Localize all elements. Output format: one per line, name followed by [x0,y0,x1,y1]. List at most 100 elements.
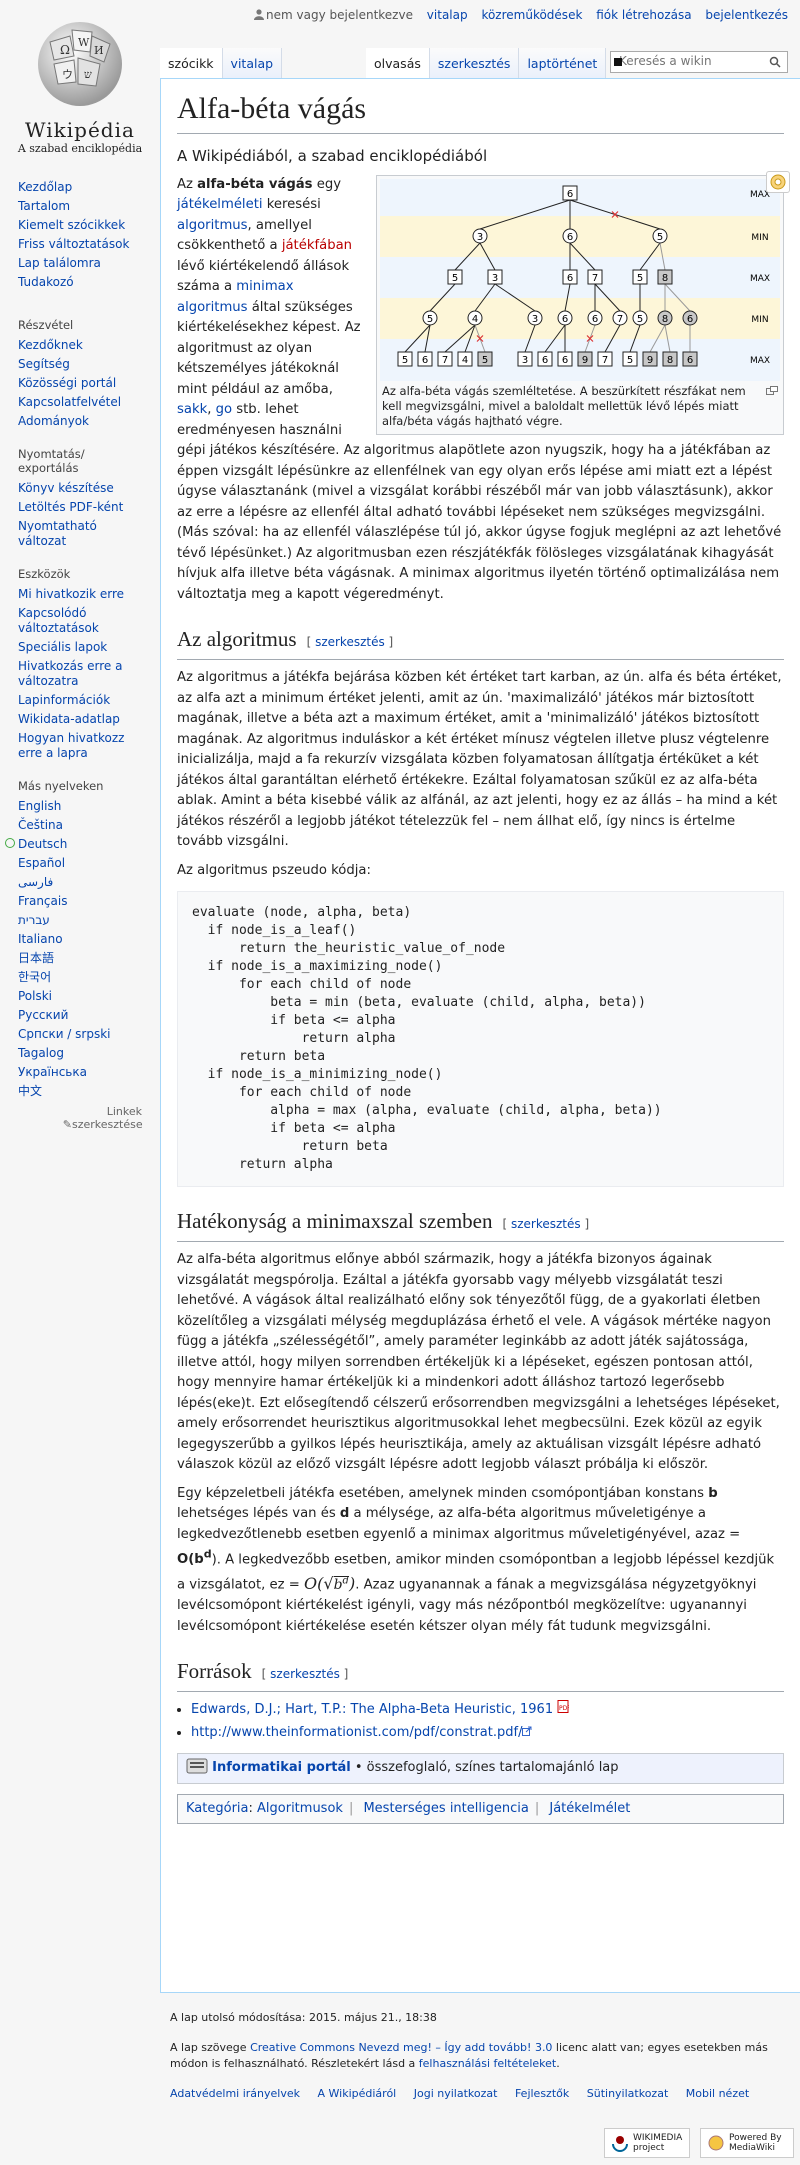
print-heading[interactable]: Nyomtatás/ exportálás [0,447,98,475]
lang-es[interactable]: Español [18,854,160,873]
svg-text:И: И [94,44,104,57]
participate-list: Kezdőknek Segítség Közösségi portál Kapc… [0,336,160,431]
lang-cs[interactable]: Čeština [18,816,160,835]
languages-heading[interactable]: Más nyelveken [0,779,160,793]
search-icon[interactable] [769,56,781,68]
create-account-link[interactable]: fiók létrehozása [596,8,691,22]
contributions-link[interactable]: közreműködések [481,8,582,22]
terms-link[interactable]: felhasználási feltételeket [419,2057,556,2070]
login-link[interactable]: bejelentkezés [705,8,788,22]
tree-node-value: 6 [687,314,693,325]
edit-section-sources[interactable]: szerkesztés [270,1667,340,1681]
svg-text:Ω: Ω [60,43,70,57]
sidebar-item-related-changes[interactable]: Kapcsolódó változtatások [18,604,128,638]
footer-about[interactable]: A Wikipédiáról [318,2087,397,2100]
external-link-icon [522,1726,532,1736]
tab-read[interactable]: olvasás [366,48,430,78]
sidebar-item-cite[interactable]: Hogyan hivatkozz erre a lapra [18,729,138,763]
search-box [610,51,788,73]
link-game-theory[interactable]: játékelméleti [177,197,263,212]
edit-links[interactable]: ✎Linkek szerkesztése [0,1105,160,1131]
talk-link[interactable]: vitalap [427,8,468,22]
lang-en[interactable]: English [18,797,160,816]
tab-history[interactable]: laptörténet [519,48,607,78]
tree-node-value: 5 [657,232,663,243]
lang-tl[interactable]: Tagalog [18,1044,160,1063]
tree-node-value: 4 [472,314,478,325]
footer-privacy[interactable]: Adatvédelmi irányelvek [170,2087,300,2100]
tab-talk[interactable]: vitalap [222,48,283,78]
sidebar-item-beginners[interactable]: Kezdőknek [18,336,160,355]
view-tabs: olvasás szerkesztés laptörténet [366,48,607,78]
tab-article[interactable]: szócikk [160,48,223,78]
lang-ko[interactable]: 한국어 [18,968,160,987]
search-input[interactable] [611,52,773,70]
sidebar-item-book[interactable]: Könyv készítése [18,479,160,498]
mediawiki-icon [708,2135,724,2151]
footer-disclaimer[interactable]: Jogi nyilatkozat [414,2087,498,2100]
tools-heading[interactable]: Eszközök [0,567,160,581]
sidebar-item-permalink[interactable]: Hivatkozás erre a változatra [18,657,138,691]
lang-ja[interactable]: 日本語 [18,949,160,968]
sidebar-item-community[interactable]: Közösségi portál [18,374,160,393]
enlarge-icon[interactable] [766,385,778,395]
sidebar-item-help[interactable]: Segítség [18,355,160,374]
sidebar-item-whatlinkshere[interactable]: Mi hivatkozik erre [18,585,160,604]
footer-cookies[interactable]: Sütinyilatkozat [587,2087,669,2100]
sidebar-item-contact[interactable]: Kapcsolatfelvétel [18,393,160,412]
lang-de[interactable]: Deutsch [5,835,160,854]
tab-edit[interactable]: szerkesztés [429,48,520,78]
lang-it[interactable]: Italiano [18,930,160,949]
mediawiki-badge[interactable]: Powered By MediaWiki [700,2128,794,2158]
search-focus-marker [614,58,622,66]
sidebar-item-pdf[interactable]: Letöltés PDF-ként [18,498,160,517]
lang-pl[interactable]: Polski [18,987,160,1006]
category-game-theory[interactable]: Játékelmélet [549,1801,630,1816]
lang-fr[interactable]: Français [18,892,160,911]
edit-section-algorithm[interactable]: szerkesztés [315,635,385,649]
sidebar-item-donate[interactable]: Adományok [18,412,160,431]
site-sub: A Wikipédiából, a szabad enciklopédiából [177,147,488,165]
sidebar-item-recent-changes[interactable]: Friss változtatások [18,235,160,254]
tree-node-value: 8 [662,273,668,284]
audio-icon [770,174,786,190]
algorithm-paragraph: Az algoritmus a játékfa bejárása közben … [177,670,782,849]
wikimedia-badge[interactable]: WIKIMEDIA project [604,2128,690,2158]
category-ai[interactable]: Mesterséges intelligencia [363,1801,528,1816]
lang-he[interactable]: עברית [18,911,160,930]
sidebar-item-wikidata[interactable]: Wikidata-adatlap [18,710,160,729]
lang-sr[interactable]: Српски / srpski [18,1025,160,1044]
lang-fa[interactable]: فارسی [18,873,160,892]
sidebar-item-printable[interactable]: Nyomtatható változat [18,517,118,551]
link-algorithm[interactable]: algoritmus [177,218,248,233]
sidebar-item-main[interactable]: Kezdőlap [18,178,160,197]
footer-developers[interactable]: Fejlesztők [515,2087,569,2100]
sidebar-item-contents[interactable]: Tartalom [18,197,160,216]
sidebar-item-help-desk[interactable]: Tudakozó [18,273,160,292]
license-link[interactable]: Creative Commons Nevezd meg! – Így add t… [250,2041,552,2054]
lang-zh[interactable]: 中文 [18,1082,160,1101]
categories-label-link[interactable]: Kategória [186,1801,249,1816]
tree-node-value: 3 [492,273,498,284]
user-status: nem vagy bejelentkezve [254,8,413,22]
participate-heading[interactable]: Részvétel [0,318,160,332]
site-logo[interactable]: Ω W И ウ ש Wikipédia A szabad enciklopédi… [0,12,160,162]
reference-link-1[interactable]: Edwards, D.J.; Hart, T.P.: The Alpha-Bet… [191,1702,553,1717]
sidebar-item-special-pages[interactable]: Speciális lapok [18,638,160,657]
topicon[interactable] [766,171,790,193]
link-go[interactable]: go [216,402,232,417]
sidebar-item-featured[interactable]: Kiemelt szócikkek [18,216,160,235]
reference-link-2[interactable]: http://www.theinformationist.com/pdf/con… [191,1725,522,1740]
lang-uk[interactable]: Українська [18,1063,160,1082]
edit-section-efficiency[interactable]: szerkesztés [511,1217,581,1231]
link-chess[interactable]: sakk [177,402,207,417]
tree-node-value: 5 [637,273,643,284]
lang-ru[interactable]: Русский [18,1006,160,1025]
link-game-tree[interactable]: játékfában [282,238,352,253]
sidebar-item-random[interactable]: Lap találomra [18,254,160,273]
footer-mobile[interactable]: Mobil nézet [686,2087,749,2100]
category-algorithms[interactable]: Algoritmusok [257,1801,343,1816]
portal-link[interactable]: Informatikai portál [212,1760,351,1775]
sidebar-item-page-info[interactable]: Lapinformációk [18,691,160,710]
sqrt-formula: O(√bd) [304,1573,356,1593]
